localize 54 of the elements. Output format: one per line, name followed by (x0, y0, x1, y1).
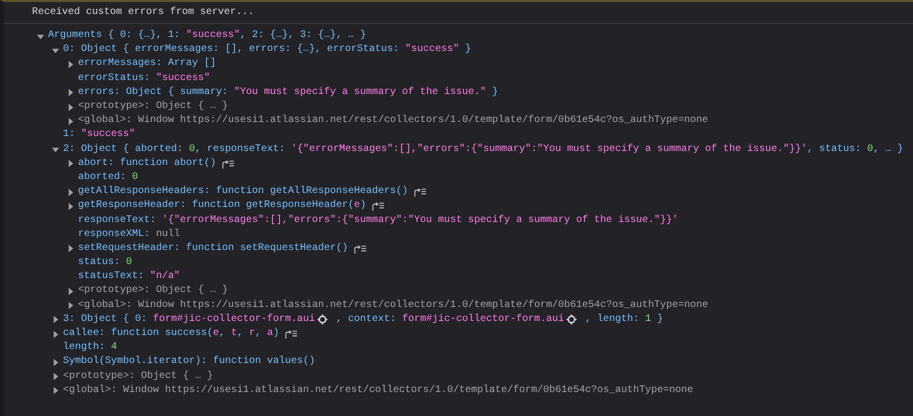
object-property-text: length: 4 (63, 342, 118, 354)
object-property-text: abort: function abort() (78, 158, 216, 170)
object-property-text: statusText: "n/a" (78, 271, 180, 284)
crosshair-icon[interactable] (566, 314, 578, 326)
object-property-text: <global>: Window https://usesi1.atlassian.net/rest/collectors/1.0/template/form/0b61e54c?os_authType=none (63, 384, 694, 397)
jump-to-definition-icon[interactable] (353, 244, 366, 254)
object-property-text: <prototype>: Object { … } (63, 370, 214, 383)
expand-toggle-icon[interactable] (36, 32, 45, 41)
object-property-text: getAllResponseHeaders: function getAllResponseHeaders() (78, 186, 408, 198)
expand-toggle-icon[interactable] (66, 244, 75, 254)
object-property-text: , length: 1 } (584, 314, 664, 326)
object-property-text: errorStatus: "success" (78, 72, 210, 85)
object-property-text: 3: Object { 0: form#jic-collector-form.aui (63, 314, 316, 326)
expand-toggle-icon[interactable] (51, 372, 60, 382)
expand-toggle-icon[interactable] (51, 145, 60, 154)
expand-toggle-icon[interactable] (51, 386, 60, 396)
jump-to-definition-icon[interactable] (371, 201, 384, 212)
object-property-text: responseXML: null (78, 228, 180, 241)
expand-toggle-icon[interactable] (66, 116, 75, 126)
object-property-text: <global>: Window https://usesi1.atlassian.net/rest/collectors/1.0/template/form/0b61e54c?os_authType=none (78, 300, 708, 312)
expand-toggle-icon[interactable] (66, 159, 75, 168)
expand-toggle-icon[interactable] (66, 286, 75, 296)
object-property-text: Arguments { 0: {…}, 1: "success", 2: {…}, 3: {…}, … } (48, 30, 366, 42)
object-property-text: 2: Object { aborted: 0, responseText: '{"errorMessages":[],"errors":{"summary":"You must specify a summary of the issue."}}', status: 0, … } (63, 144, 904, 156)
expand-toggle-icon[interactable] (66, 60, 75, 69)
expand-toggle-icon[interactable] (66, 301, 75, 310)
console-message: Received custom errors from server... (32, 7, 254, 18)
expand-toggle-icon[interactable] (66, 202, 75, 211)
object-property-text: , context: form#jic-collector-form.aui (335, 314, 564, 326)
expand-toggle-icon[interactable] (51, 46, 60, 55)
crosshair-icon[interactable] (317, 314, 328, 326)
object-property-text: Symbol(Symbol.iterator): function values() (63, 356, 316, 368)
object-property-text: errorMessages: Array [] (78, 58, 216, 70)
expand-toggle-icon[interactable] (66, 188, 75, 197)
expand-toggle-icon[interactable] (66, 88, 75, 98)
object-property-text: <global>: Window https://usesi1.atlassian.net/rest/collectors/1.0/template/form/0b61e54c?os_authType=none (78, 115, 708, 128)
expand-toggle-icon[interactable] (51, 330, 60, 339)
object-property-text: aborted: 0 (78, 172, 138, 184)
jump-to-definition-icon[interactable] (284, 329, 298, 340)
object-property-text: setRequestHeader: function setRequestHeader() (78, 242, 348, 255)
object-property-text: getResponseHeader: function getResponseHeader(e) (78, 200, 366, 212)
expand-toggle-icon[interactable] (66, 102, 75, 112)
jump-to-definition-icon[interactable] (221, 158, 234, 169)
object-property-text: callee: function success(e, t, r, a) (63, 328, 280, 340)
object-property-text: responseText: '{"errorMessages":[],"errors":{"summary":"You must specify a summary of the issue."}}' (78, 214, 678, 227)
object-property-text: status: 0 (78, 257, 132, 270)
jump-to-definition-icon[interactable] (413, 187, 426, 198)
expand-toggle-icon[interactable] (51, 358, 60, 367)
object-property-text: <prototype>: Object { … } (78, 285, 228, 298)
object-property-text: <prototype>: Object { … } (78, 101, 228, 114)
expand-toggle-icon[interactable] (51, 315, 60, 324)
object-property-text: errors: Object { summary: "You must specify a summary of the issue." } (78, 86, 498, 99)
object-property-text: 1: "success" (63, 129, 136, 142)
object-property-text: 0: Object { errorMessages: [], errors: {…}, errorStatus: "success" } (63, 44, 472, 56)
